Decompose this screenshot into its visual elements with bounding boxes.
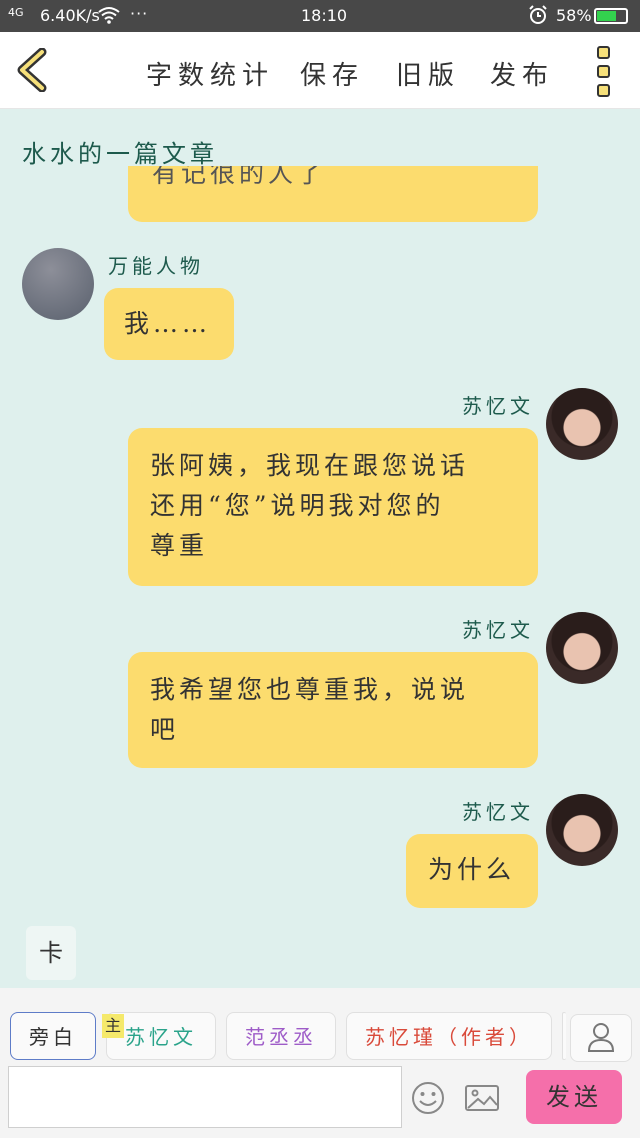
message-line: 吧 bbox=[150, 715, 180, 744]
emoji-icon[interactable] bbox=[410, 1080, 446, 1116]
role-fan-chengcheng-button[interactable]: 范丞丞 bbox=[226, 1012, 336, 1060]
role-narration-button[interactable]: 旁白 bbox=[10, 1012, 96, 1060]
wifi-icon bbox=[98, 6, 120, 28]
role-overflow-edge bbox=[562, 1012, 566, 1060]
image-icon[interactable] bbox=[464, 1080, 500, 1116]
message-bubble-partial: 有记很的人了 bbox=[128, 166, 538, 222]
message-line: 尊重 bbox=[150, 531, 209, 560]
back-chevron-icon[interactable] bbox=[14, 47, 54, 93]
old-version-button[interactable]: 旧版 bbox=[396, 55, 460, 92]
message-bubble[interactable]: 为什么 bbox=[406, 834, 538, 908]
more-dots: ··· bbox=[130, 4, 149, 23]
status-bar: 4G 6.40K/s ··· 18:10 58% bbox=[0, 0, 640, 32]
save-button[interactable]: 保存 bbox=[300, 55, 364, 92]
message-bubble[interactable]: 张阿姨，我现在跟您说话 还用“您”说明我对您的 尊重 bbox=[128, 428, 538, 586]
alarm-icon bbox=[528, 5, 548, 29]
signal-icon: 4G bbox=[8, 6, 24, 19]
person-icon[interactable] bbox=[570, 1014, 632, 1062]
avatar[interactable] bbox=[546, 388, 618, 460]
avatar[interactable] bbox=[546, 794, 618, 866]
message-bubble[interactable]: 我希望您也尊重我，说说 吧 bbox=[128, 652, 538, 768]
message-input[interactable] bbox=[8, 1066, 402, 1128]
message-bubble[interactable]: 我…… bbox=[104, 288, 234, 360]
send-button[interactable]: 发送 bbox=[526, 1070, 622, 1124]
top-toolbar: 字数统计 保存 旧版 发布 bbox=[0, 32, 640, 109]
avatar[interactable] bbox=[22, 248, 94, 320]
page-title: 水水的一篇文章 bbox=[22, 140, 218, 168]
message-text: 为什么 bbox=[428, 855, 516, 884]
message-line: 还用“您”说明我对您的 bbox=[150, 491, 445, 520]
clock: 18:10 bbox=[301, 6, 348, 25]
role-su-yijin-button[interactable]: 苏忆瑾（作者） bbox=[346, 1012, 552, 1060]
message-text: 有记很的人了 bbox=[128, 166, 538, 222]
sender-name: 万能人物 bbox=[108, 254, 204, 278]
menu-icon[interactable] bbox=[592, 44, 618, 98]
message-line: 张阿姨，我现在跟您说话 bbox=[150, 451, 470, 480]
publish-button[interactable]: 发布 bbox=[490, 55, 554, 92]
sender-name: 苏忆文 bbox=[462, 800, 534, 824]
battery-icon bbox=[594, 8, 628, 24]
sender-name: 苏忆文 bbox=[462, 394, 534, 418]
word-count-button[interactable]: 字数统计 bbox=[146, 55, 274, 92]
sender-name: 苏忆文 bbox=[462, 618, 534, 642]
message-text: 我…… bbox=[124, 309, 212, 338]
message-line: 我希望您也尊重我，说说 bbox=[150, 675, 470, 704]
network-speed: 6.40K/s bbox=[40, 6, 100, 25]
main-role-badge: 主 bbox=[102, 1014, 124, 1038]
avatar[interactable] bbox=[546, 612, 618, 684]
battery-percent: 58% bbox=[556, 6, 592, 25]
card-button[interactable]: 卡 bbox=[26, 926, 76, 980]
